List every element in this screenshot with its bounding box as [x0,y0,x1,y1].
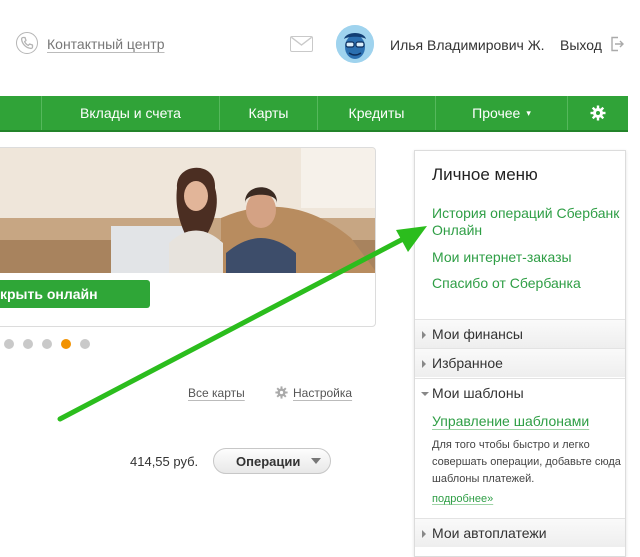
section-label: Избранное [432,355,503,371]
manage-templates-link[interactable]: Управление шаблонами [432,413,589,429]
button-label: Операции [236,453,301,469]
chevron-right-icon [422,331,426,339]
templates-description: Для того чтобы быстро и легко совершать … [432,439,621,485]
chevron-right-icon [422,530,426,538]
menu-link-orders[interactable]: Мои интернет-заказы [432,249,622,266]
card-balance: 414,55 руб. [130,454,199,469]
carousel-dot[interactable] [23,339,33,349]
chevron-down-icon [421,392,429,396]
settings-link[interactable]: Настройка [293,386,352,400]
menu-link-thanks[interactable]: Спасибо от Сбербанка [432,275,622,292]
logout-link[interactable]: Выход [560,37,602,53]
carousel-dot[interactable] [42,339,52,349]
menu-link-history[interactable]: История операций Сбербанк Онлайн [432,205,622,239]
avatar[interactable] [336,25,374,63]
gear-icon [590,105,606,121]
nav-label: Карты [248,105,289,121]
nav-item-credits[interactable]: Кредиты [318,96,436,130]
nav-item-partial[interactable] [0,96,42,130]
section-label: Мои шаблоны [432,385,524,401]
carousel-dot[interactable] [4,339,14,349]
user-name[interactable]: Илья Владимирович Ж. [390,37,545,53]
chevron-right-icon [422,360,426,368]
menu-section-favorites[interactable]: Избранное [415,348,625,377]
nav-label: Кредиты [348,105,405,121]
menu-section-autopayments[interactable]: Мои автоплатежи [415,518,625,547]
nav-item-deposits[interactable]: Вклады и счета [42,96,220,130]
logout-icon[interactable] [610,36,624,55]
banner-photo [0,148,375,273]
all-cards-link[interactable]: Все карты [188,386,245,400]
open-online-button[interactable]: крыть онлайн [0,280,150,308]
operations-button[interactable]: Операции [213,448,331,474]
chevron-down-icon: ▾ [526,107,531,118]
more-link[interactable]: подробнее» [432,493,493,505]
carousel-dot[interactable] [80,339,90,349]
contact-center-link[interactable]: Контактный центр [47,36,165,52]
gear-icon[interactable] [275,386,288,402]
nav-label: Вклады и счета [80,105,181,121]
menu-title: Личное меню [432,165,538,184]
menu-section-templates[interactable]: Мои шаблоны [415,378,625,407]
nav-label: Прочее [472,105,521,121]
carousel-dot-active[interactable] [61,339,71,349]
personal-menu: Личное меню История операций Сбербанк Он… [414,150,626,557]
section-label: Мои автоплатежи [432,525,547,541]
button-label: крыть онлайн [0,286,98,302]
menu-section-finances[interactable]: Мои финансы [415,319,625,348]
nav-settings-button[interactable] [568,96,628,130]
mail-icon[interactable] [290,36,313,52]
nav-item-cards[interactable]: Карты [220,96,318,130]
carousel-dots [4,339,90,349]
section-label: Мои финансы [432,326,523,342]
chevron-down-icon [311,458,321,464]
main-nav: Вклады и счета Карты Кредиты Прочее ▾ [0,96,628,132]
phone-icon [16,32,38,54]
nav-item-other[interactable]: Прочее ▾ [436,96,568,130]
